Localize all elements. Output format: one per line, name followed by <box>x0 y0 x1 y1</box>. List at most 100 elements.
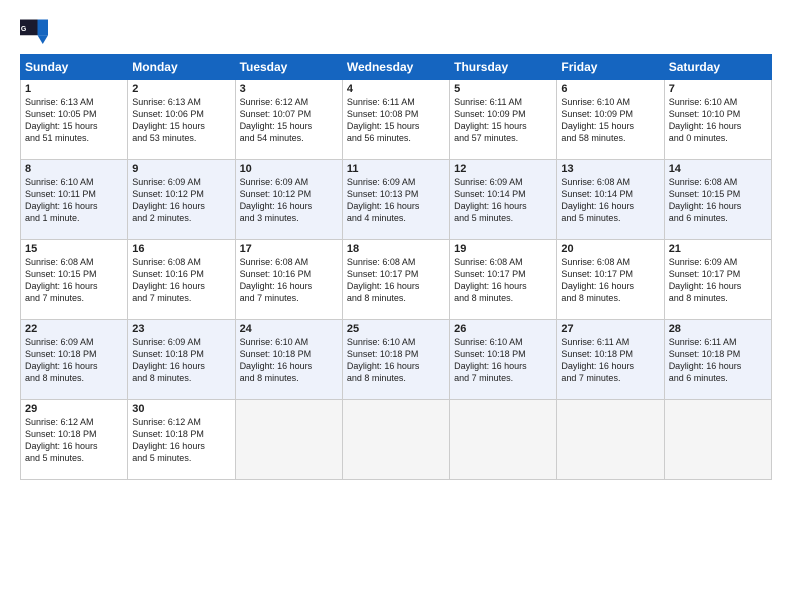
day-info: Sunrise: 6:12 AM Sunset: 10:18 PM Daylig… <box>132 416 230 465</box>
day-info: Sunrise: 6:08 AM Sunset: 10:15 PM Daylig… <box>669 176 767 225</box>
day-number: 4 <box>347 83 445 95</box>
day-number: 11 <box>347 163 445 175</box>
day-info: Sunrise: 6:09 AM Sunset: 10:12 PM Daylig… <box>132 176 230 225</box>
day-info: Sunrise: 6:10 AM Sunset: 10:11 PM Daylig… <box>25 176 123 225</box>
day-number: 23 <box>132 323 230 335</box>
day-info: Sunrise: 6:12 AM Sunset: 10:18 PM Daylig… <box>25 416 123 465</box>
calendar-day-cell: 20Sunrise: 6:08 AM Sunset: 10:17 PM Dayl… <box>557 240 664 320</box>
day-number: 18 <box>347 243 445 255</box>
calendar-day-cell: 2Sunrise: 6:13 AM Sunset: 10:06 PM Dayli… <box>128 80 235 160</box>
day-of-week-header: Wednesday <box>342 55 449 80</box>
calendar-week-row: 29Sunrise: 6:12 AM Sunset: 10:18 PM Dayl… <box>21 400 772 480</box>
calendar-day-cell: 3Sunrise: 6:12 AM Sunset: 10:07 PM Dayli… <box>235 80 342 160</box>
day-number: 27 <box>561 323 659 335</box>
day-info: Sunrise: 6:09 AM Sunset: 10:18 PM Daylig… <box>25 336 123 385</box>
calendar-day-cell: 1Sunrise: 6:13 AM Sunset: 10:05 PM Dayli… <box>21 80 128 160</box>
day-number: 26 <box>454 323 552 335</box>
day-number: 22 <box>25 323 123 335</box>
calendar-day-cell: 4Sunrise: 6:11 AM Sunset: 10:08 PM Dayli… <box>342 80 449 160</box>
day-number: 6 <box>561 83 659 95</box>
day-number: 14 <box>669 163 767 175</box>
calendar-day-cell: 19Sunrise: 6:08 AM Sunset: 10:17 PM Dayl… <box>450 240 557 320</box>
calendar-day-cell <box>235 400 342 480</box>
calendar-day-cell: 13Sunrise: 6:08 AM Sunset: 10:14 PM Dayl… <box>557 160 664 240</box>
calendar-day-cell: 17Sunrise: 6:08 AM Sunset: 10:16 PM Dayl… <box>235 240 342 320</box>
calendar-day-cell: 9Sunrise: 6:09 AM Sunset: 10:12 PM Dayli… <box>128 160 235 240</box>
calendar-day-cell <box>557 400 664 480</box>
calendar-day-cell: 23Sunrise: 6:09 AM Sunset: 10:18 PM Dayl… <box>128 320 235 400</box>
calendar-week-row: 22Sunrise: 6:09 AM Sunset: 10:18 PM Dayl… <box>21 320 772 400</box>
day-number: 1 <box>25 83 123 95</box>
header: G <box>20 16 772 44</box>
day-number: 5 <box>454 83 552 95</box>
day-info: Sunrise: 6:09 AM Sunset: 10:14 PM Daylig… <box>454 176 552 225</box>
day-info: Sunrise: 6:09 AM Sunset: 10:17 PM Daylig… <box>669 256 767 305</box>
calendar-day-cell <box>664 400 771 480</box>
day-info: Sunrise: 6:11 AM Sunset: 10:18 PM Daylig… <box>561 336 659 385</box>
logo: G <box>20 16 52 44</box>
calendar-day-cell: 30Sunrise: 6:12 AM Sunset: 10:18 PM Dayl… <box>128 400 235 480</box>
day-info: Sunrise: 6:11 AM Sunset: 10:18 PM Daylig… <box>669 336 767 385</box>
day-of-week-header: Saturday <box>664 55 771 80</box>
day-info: Sunrise: 6:10 AM Sunset: 10:10 PM Daylig… <box>669 96 767 145</box>
day-number: 13 <box>561 163 659 175</box>
calendar-day-cell: 22Sunrise: 6:09 AM Sunset: 10:18 PM Dayl… <box>21 320 128 400</box>
calendar-day-cell: 10Sunrise: 6:09 AM Sunset: 10:12 PM Dayl… <box>235 160 342 240</box>
day-number: 17 <box>240 243 338 255</box>
day-number: 16 <box>132 243 230 255</box>
day-info: Sunrise: 6:11 AM Sunset: 10:09 PM Daylig… <box>454 96 552 145</box>
day-number: 9 <box>132 163 230 175</box>
calendar-day-cell: 12Sunrise: 6:09 AM Sunset: 10:14 PM Dayl… <box>450 160 557 240</box>
day-info: Sunrise: 6:09 AM Sunset: 10:18 PM Daylig… <box>132 336 230 385</box>
day-info: Sunrise: 6:10 AM Sunset: 10:18 PM Daylig… <box>240 336 338 385</box>
day-number: 28 <box>669 323 767 335</box>
calendar-day-cell: 21Sunrise: 6:09 AM Sunset: 10:17 PM Dayl… <box>664 240 771 320</box>
day-of-week-header: Thursday <box>450 55 557 80</box>
calendar-day-cell: 15Sunrise: 6:08 AM Sunset: 10:15 PM Dayl… <box>21 240 128 320</box>
calendar-day-cell: 14Sunrise: 6:08 AM Sunset: 10:15 PM Dayl… <box>664 160 771 240</box>
day-number: 7 <box>669 83 767 95</box>
day-info: Sunrise: 6:08 AM Sunset: 10:16 PM Daylig… <box>132 256 230 305</box>
calendar-day-cell: 24Sunrise: 6:10 AM Sunset: 10:18 PM Dayl… <box>235 320 342 400</box>
day-of-week-header: Friday <box>557 55 664 80</box>
calendar-day-cell: 27Sunrise: 6:11 AM Sunset: 10:18 PM Dayl… <box>557 320 664 400</box>
calendar-day-cell: 7Sunrise: 6:10 AM Sunset: 10:10 PM Dayli… <box>664 80 771 160</box>
day-info: Sunrise: 6:09 AM Sunset: 10:13 PM Daylig… <box>347 176 445 225</box>
day-number: 29 <box>25 403 123 415</box>
calendar-header-row: SundayMondayTuesdayWednesdayThursdayFrid… <box>21 55 772 80</box>
day-info: Sunrise: 6:08 AM Sunset: 10:15 PM Daylig… <box>25 256 123 305</box>
day-number: 19 <box>454 243 552 255</box>
calendar-week-row: 15Sunrise: 6:08 AM Sunset: 10:15 PM Dayl… <box>21 240 772 320</box>
calendar-day-cell <box>450 400 557 480</box>
day-info: Sunrise: 6:13 AM Sunset: 10:05 PM Daylig… <box>25 96 123 145</box>
calendar-day-cell: 28Sunrise: 6:11 AM Sunset: 10:18 PM Dayl… <box>664 320 771 400</box>
day-number: 15 <box>25 243 123 255</box>
calendar-week-row: 1Sunrise: 6:13 AM Sunset: 10:05 PM Dayli… <box>21 80 772 160</box>
calendar-day-cell: 11Sunrise: 6:09 AM Sunset: 10:13 PM Dayl… <box>342 160 449 240</box>
day-number: 2 <box>132 83 230 95</box>
day-of-week-header: Sunday <box>21 55 128 80</box>
calendar-day-cell: 8Sunrise: 6:10 AM Sunset: 10:11 PM Dayli… <box>21 160 128 240</box>
day-number: 20 <box>561 243 659 255</box>
day-of-week-header: Tuesday <box>235 55 342 80</box>
page: G SundayMondayTuesdayWednesdayThursdayFr… <box>0 0 792 612</box>
calendar-day-cell: 25Sunrise: 6:10 AM Sunset: 10:18 PM Dayl… <box>342 320 449 400</box>
calendar-day-cell: 29Sunrise: 6:12 AM Sunset: 10:18 PM Dayl… <box>21 400 128 480</box>
day-info: Sunrise: 6:13 AM Sunset: 10:06 PM Daylig… <box>132 96 230 145</box>
day-number: 12 <box>454 163 552 175</box>
day-info: Sunrise: 6:12 AM Sunset: 10:07 PM Daylig… <box>240 96 338 145</box>
day-info: Sunrise: 6:11 AM Sunset: 10:08 PM Daylig… <box>347 96 445 145</box>
calendar-week-row: 8Sunrise: 6:10 AM Sunset: 10:11 PM Dayli… <box>21 160 772 240</box>
day-info: Sunrise: 6:10 AM Sunset: 10:18 PM Daylig… <box>347 336 445 385</box>
day-info: Sunrise: 6:08 AM Sunset: 10:16 PM Daylig… <box>240 256 338 305</box>
day-number: 8 <box>25 163 123 175</box>
day-number: 30 <box>132 403 230 415</box>
logo-icon: G <box>20 16 48 44</box>
day-number: 24 <box>240 323 338 335</box>
calendar: SundayMondayTuesdayWednesdayThursdayFrid… <box>20 54 772 480</box>
day-number: 25 <box>347 323 445 335</box>
day-info: Sunrise: 6:09 AM Sunset: 10:12 PM Daylig… <box>240 176 338 225</box>
day-info: Sunrise: 6:08 AM Sunset: 10:17 PM Daylig… <box>454 256 552 305</box>
day-number: 21 <box>669 243 767 255</box>
day-of-week-header: Monday <box>128 55 235 80</box>
